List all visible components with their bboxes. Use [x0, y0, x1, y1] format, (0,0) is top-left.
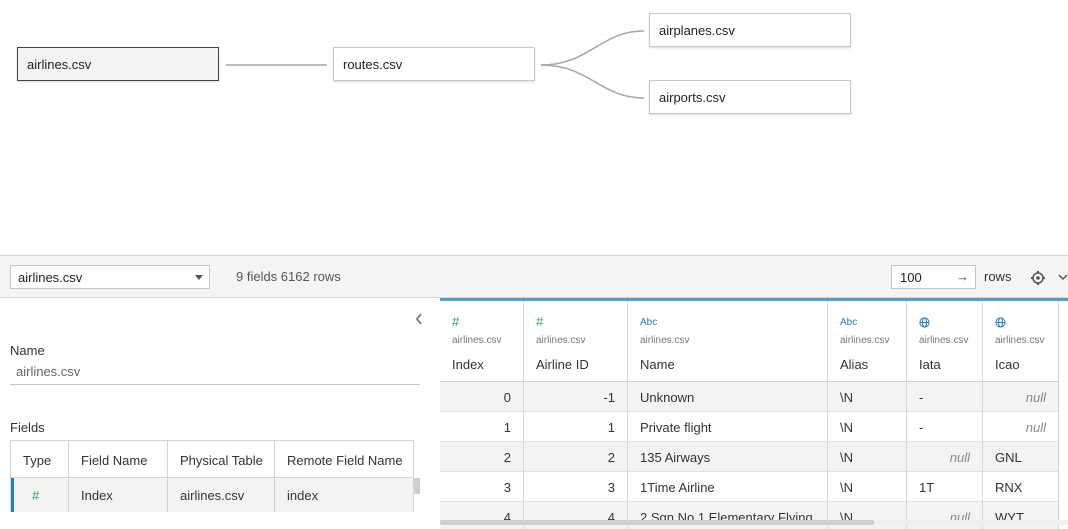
- column-header[interactable]: Abc airlines.csv Alias: [828, 301, 906, 382]
- column-source-label: airlines.csv: [452, 335, 502, 346]
- grid-column-alias: Abc airlines.csv Alias \N \N \N \N \N: [828, 301, 907, 529]
- grid-cell[interactable]: null: [907, 442, 982, 472]
- table-node-routes[interactable]: routes.csv: [333, 47, 535, 81]
- grid-cell[interactable]: 2: [524, 442, 627, 472]
- table-summary: 9 fields 6162 rows: [236, 269, 341, 284]
- table-node-airlines[interactable]: airlines.csv: [17, 47, 219, 81]
- grid-column-icao: airlines.csv Icao null null GNL RNX WYT: [983, 301, 1059, 529]
- grid-cell[interactable]: 3: [524, 472, 627, 502]
- remote-field-name-cell: index: [287, 488, 319, 503]
- grid-cell[interactable]: Private flight: [628, 412, 827, 442]
- column-header-field-name[interactable]: Field Name: [69, 441, 168, 477]
- column-source-label: airlines.csv: [840, 335, 890, 346]
- data-grid: # airlines.csv Index 0 1 2 3 4 # airlines.csv Airl…: [440, 298, 1068, 529]
- table-node-label: airplanes.csv: [659, 22, 735, 38]
- data-toolbar: airlines.csv 9 fields 6162 rows 100 → ro…: [0, 255, 1068, 298]
- grid-column-iata: airlines.csv Iata - - null 1T null: [907, 301, 983, 529]
- grid-cell[interactable]: RNX: [983, 472, 1058, 502]
- table-node-airplanes[interactable]: airplanes.csv: [649, 13, 851, 47]
- column-header[interactable]: airlines.csv Icao: [983, 301, 1058, 382]
- grid-cell[interactable]: 1Time Airline: [628, 472, 827, 502]
- grid-cell[interactable]: null: [983, 382, 1058, 412]
- table-node-label: airlines.csv: [27, 56, 92, 72]
- grid-column-airline-id: # airlines.csv Airline ID -1 1 2 3 4: [524, 301, 628, 529]
- number-type-icon: #: [536, 314, 544, 329]
- column-source-label: airlines.csv: [919, 335, 969, 346]
- grid-cell[interactable]: 1: [440, 412, 523, 442]
- table-node-label: routes.csv: [343, 56, 403, 72]
- column-name: Iata: [919, 357, 941, 372]
- grid-cell[interactable]: 1: [524, 412, 627, 442]
- column-header[interactable]: airlines.csv Iata: [907, 301, 982, 382]
- number-type-icon: #: [452, 314, 460, 329]
- name-label: Name: [10, 343, 45, 358]
- field-name-cell[interactable]: Index: [69, 478, 168, 512]
- globe-icon: [919, 317, 930, 331]
- fields-label: Fields: [10, 420, 45, 435]
- grid-scrollbar-thumb[interactable]: [440, 520, 874, 525]
- column-header[interactable]: # airlines.csv Airline ID: [524, 301, 627, 382]
- grid-cell[interactable]: null: [983, 412, 1058, 442]
- globe-icon: [995, 317, 1006, 331]
- grid-cell[interactable]: 0: [440, 382, 523, 412]
- link-routes-airports: [540, 64, 645, 99]
- metadata-pane: Name airlines.csv Fields Type Field Name…: [0, 298, 440, 529]
- collapse-pane-icon[interactable]: [414, 312, 426, 326]
- rows-input[interactable]: 100 →: [891, 265, 976, 289]
- fields-scrollbar[interactable]: [414, 478, 420, 494]
- grid-cell[interactable]: \N: [828, 382, 906, 412]
- column-header[interactable]: Abc airlines.csv Name: [628, 301, 827, 382]
- caret-down-icon: [195, 275, 203, 280]
- fields-table-header: Type Field Name Physical Table Remote Fi…: [11, 441, 413, 478]
- arrow-right-icon[interactable]: →: [956, 269, 969, 284]
- grid-cell[interactable]: 1T: [907, 472, 982, 502]
- rows-label: rows: [984, 269, 1012, 284]
- table-node-label: airports.csv: [659, 89, 726, 105]
- physical-table-cell: airlines.csv: [168, 478, 275, 512]
- column-name: Icao: [995, 357, 1020, 372]
- grid-column-name: Abc airlines.csv Name Unknown Private flight…: [628, 301, 828, 529]
- grid-cell[interactable]: \N: [828, 442, 906, 472]
- grid-cell[interactable]: 135 Airways: [628, 442, 827, 472]
- table-node-airports[interactable]: airports.csv: [649, 80, 851, 114]
- column-source-label: airlines.csv: [640, 335, 690, 346]
- table-row[interactable]: # Index airlines.csv index: [11, 478, 413, 512]
- grid-cell[interactable]: -1: [524, 382, 627, 412]
- grid-cell[interactable]: Unknown: [628, 382, 827, 412]
- number-type-icon[interactable]: #: [11, 478, 69, 512]
- fields-table: Type Field Name Physical Table Remote Fi…: [10, 440, 414, 512]
- grid-cell[interactable]: \N: [828, 412, 906, 442]
- column-name: Index: [452, 357, 484, 372]
- join-links: [226, 30, 645, 99]
- grid-cell[interactable]: GNL: [983, 442, 1058, 472]
- column-name: Alias: [840, 357, 869, 372]
- grid-cell[interactable]: -: [907, 412, 982, 442]
- column-header[interactable]: # airlines.csv Index: [440, 301, 523, 382]
- column-header-physical-table[interactable]: Physical Table: [168, 441, 275, 477]
- rows-input-value: 100: [900, 270, 922, 285]
- column-header-remote-field-name[interactable]: Remote Field Name: [275, 441, 413, 477]
- join-canvas[interactable]: airlines.csv routes.csv airplanes.csv ai…: [0, 0, 1068, 255]
- grid-cell[interactable]: 2: [440, 442, 523, 472]
- column-source-label: airlines.csv: [536, 335, 586, 346]
- grid-cell[interactable]: -: [907, 382, 982, 412]
- link-routes-airplanes: [540, 30, 645, 66]
- gear-icon[interactable]: [1030, 270, 1046, 286]
- grid-column-index: # airlines.csv Index 0 1 2 3 4: [440, 301, 524, 529]
- chevron-down-icon[interactable]: [1058, 272, 1068, 282]
- column-name: Name: [640, 357, 675, 372]
- name-field[interactable]: airlines.csv: [10, 364, 420, 385]
- column-source-label: airlines.csv: [995, 335, 1045, 346]
- string-type-icon: Abc: [840, 317, 858, 328]
- string-type-icon: Abc: [640, 317, 658, 328]
- table-select-value: airlines.csv: [18, 270, 83, 285]
- grid-cell[interactable]: \N: [828, 472, 906, 502]
- column-header-type[interactable]: Type: [11, 441, 69, 477]
- grid-cell[interactable]: 3: [440, 472, 523, 502]
- table-select[interactable]: airlines.csv: [10, 265, 210, 289]
- column-name: Airline ID: [536, 357, 589, 372]
